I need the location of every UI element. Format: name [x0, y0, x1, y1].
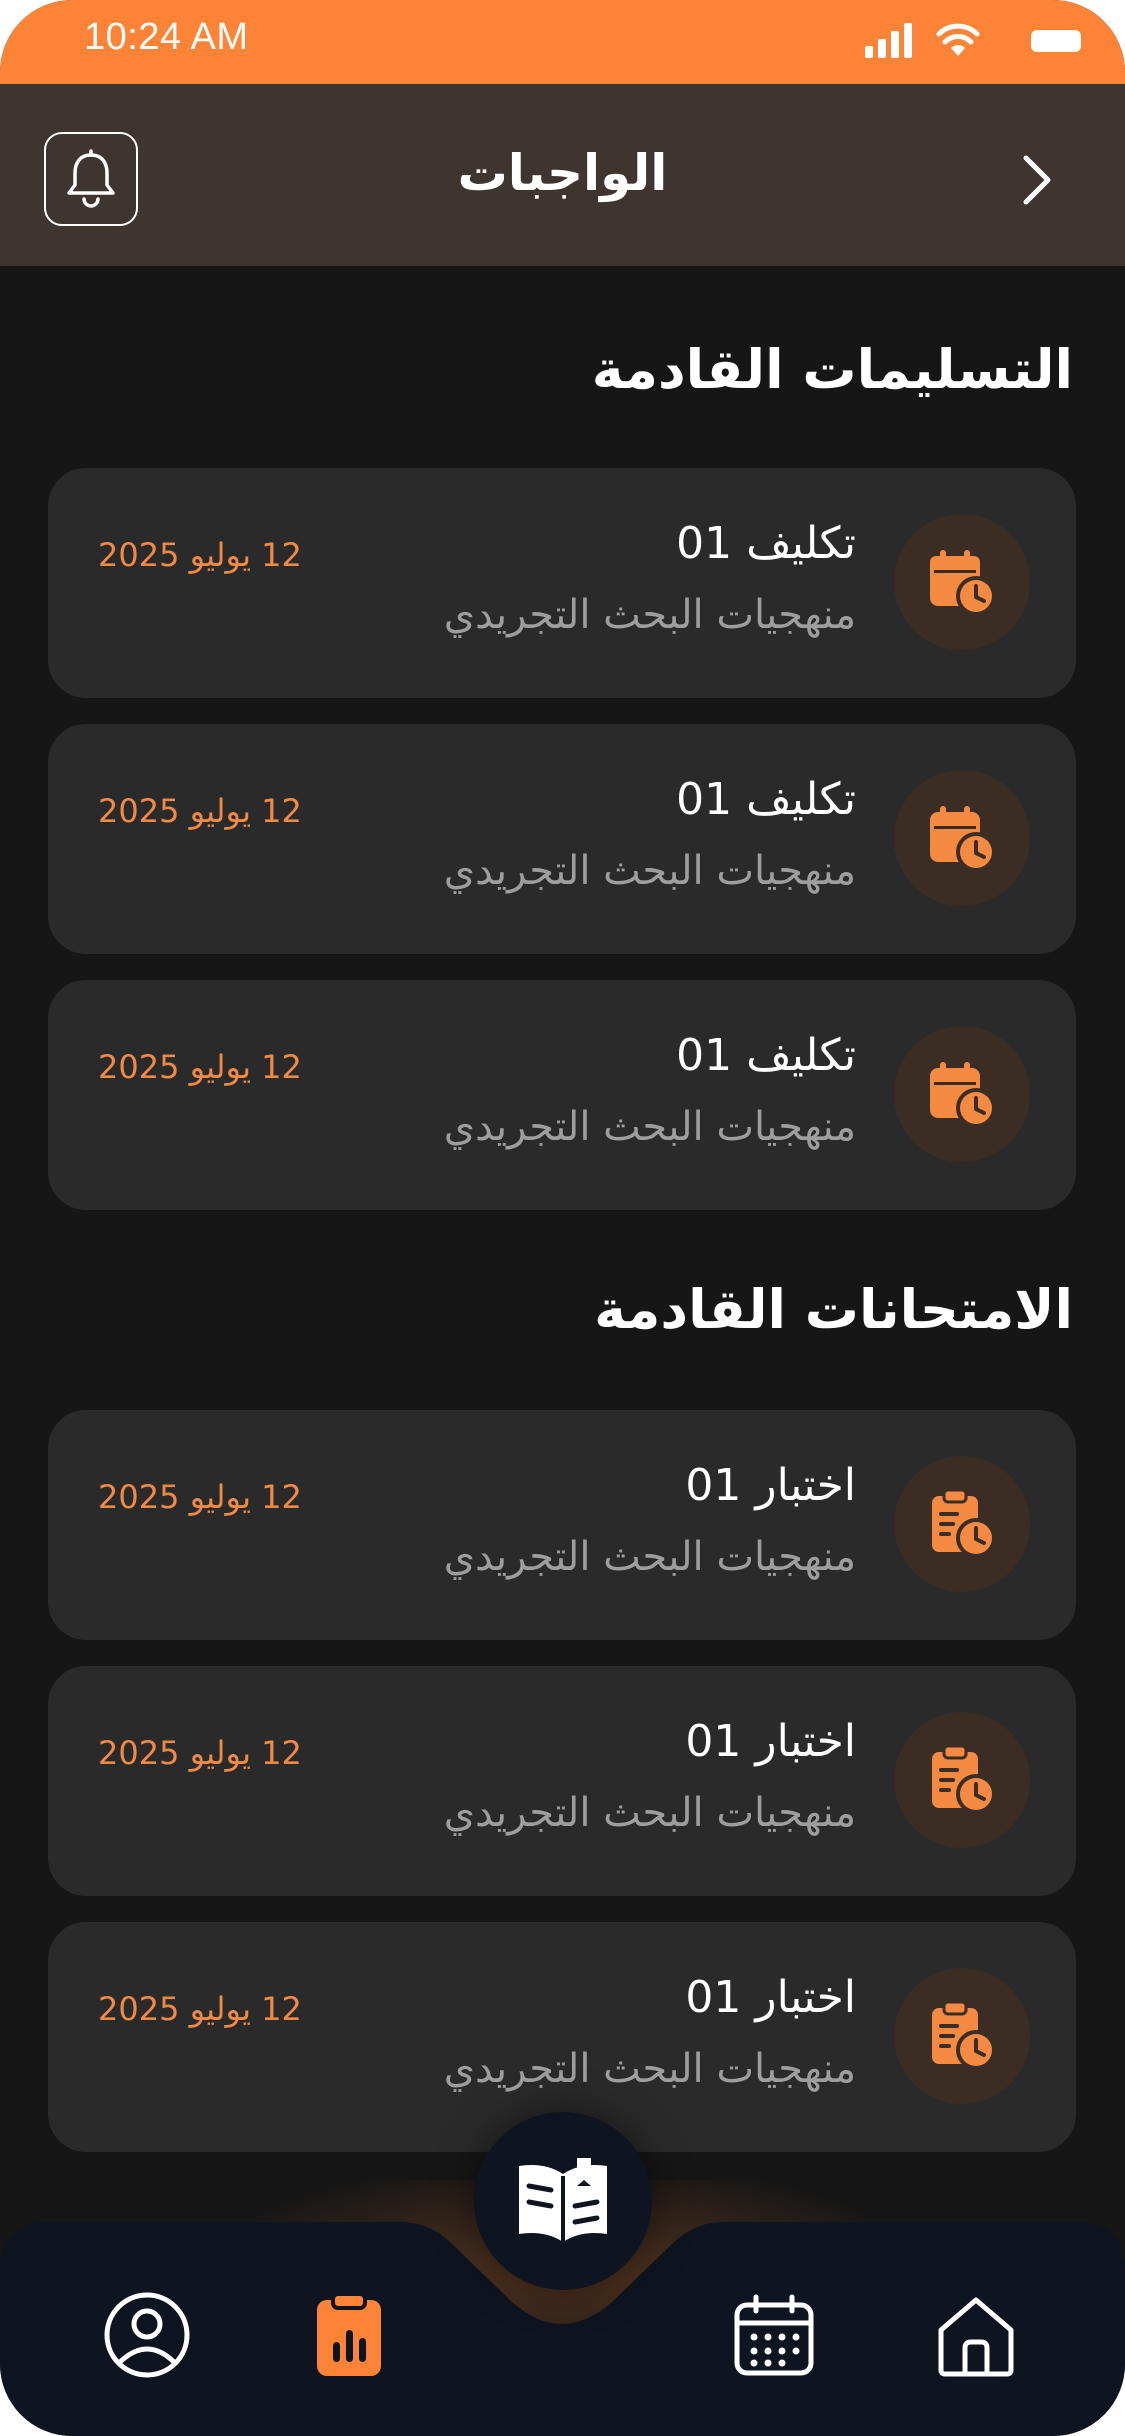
- clipboard-clock-icon: [894, 1712, 1030, 1848]
- card-title: اختبار 01: [685, 1972, 856, 2023]
- card-date: 12 يوليو 2025: [98, 1734, 302, 1772]
- card-title: اختبار 01: [685, 1716, 856, 1767]
- calendar-icon: [734, 2294, 814, 2376]
- list-item[interactable]: تكليف 01 منهجيات البحث التجريدي 12 يوليو…: [48, 724, 1076, 954]
- card-subtitle: منهجيات البحث التجريدي: [443, 1534, 856, 1580]
- card-date: 12 يوليو 2025: [98, 536, 302, 574]
- list-item[interactable]: تكليف 01 منهجيات البحث التجريدي 12 يوليو…: [48, 468, 1076, 698]
- list-item[interactable]: اختبار 01 منهجيات البحث التجريدي 12 يولي…: [48, 1666, 1076, 1896]
- card-title: تكليف 01: [676, 774, 856, 825]
- list-item[interactable]: تكليف 01 منهجيات البحث التجريدي 12 يوليو…: [48, 980, 1076, 1210]
- signal-icon: [865, 23, 912, 58]
- page-title: الواجبات: [457, 144, 668, 202]
- phone-screen: 10:24 AM الواجبات التسليمات القادمة تكلي…: [0, 0, 1125, 2436]
- list-item[interactable]: اختبار 01 منهجيات البحث التجريدي 12 يولي…: [48, 1410, 1076, 1640]
- card-subtitle: منهجيات البحث التجريدي: [443, 2046, 856, 2092]
- nav-calendar[interactable]: [719, 2280, 829, 2390]
- card-date: 12 يوليو 2025: [98, 1990, 302, 2028]
- status-time: 10:24 AM: [84, 16, 249, 58]
- status-bar: 10:24 AM: [0, 0, 1125, 84]
- chevron-right-icon[interactable]: [1012, 150, 1062, 210]
- home-icon: [938, 2297, 1014, 2377]
- nav-profile[interactable]: [92, 2280, 202, 2390]
- card-subtitle: منهجيات البحث التجريدي: [443, 1104, 856, 1150]
- card-title: اختبار 01: [685, 1460, 856, 1511]
- calendar-clock-icon: [894, 770, 1030, 906]
- card-subtitle: منهجيات البحث التجريدي: [443, 592, 856, 638]
- section-title-submissions: التسليمات القادمة: [591, 338, 1073, 401]
- calendar-clock-icon: [894, 514, 1030, 650]
- main-content: التسليمات القادمة تكليف 01 منهجيات البحث…: [0, 266, 1125, 2226]
- open-book-icon: [519, 2158, 607, 2242]
- card-date: 12 يوليو 2025: [98, 1478, 302, 1516]
- app-header: الواجبات: [0, 84, 1125, 266]
- card-title: تكليف 01: [676, 1030, 856, 1081]
- calendar-clock-icon: [894, 1026, 1030, 1162]
- clipboard-clock-icon: [894, 1456, 1030, 1592]
- card-date: 12 يوليو 2025: [98, 1048, 302, 1086]
- clipboard-chart-icon: [317, 2292, 381, 2376]
- profile-icon: [104, 2292, 190, 2378]
- section-title-exams: الامتحانات القادمة: [594, 1278, 1073, 1341]
- nav-assignments[interactable]: [294, 2280, 404, 2390]
- nav-home[interactable]: [921, 2280, 1031, 2390]
- battery-icon: [1031, 30, 1081, 52]
- card-date: 12 يوليو 2025: [98, 792, 302, 830]
- clipboard-clock-icon: [894, 1968, 1030, 2104]
- card-title: تكليف 01: [676, 518, 856, 569]
- nav-library-button[interactable]: [474, 2112, 652, 2290]
- card-subtitle: منهجيات البحث التجريدي: [443, 1790, 856, 1836]
- card-subtitle: منهجيات البحث التجريدي: [443, 848, 856, 894]
- wifi-icon: [936, 23, 980, 56]
